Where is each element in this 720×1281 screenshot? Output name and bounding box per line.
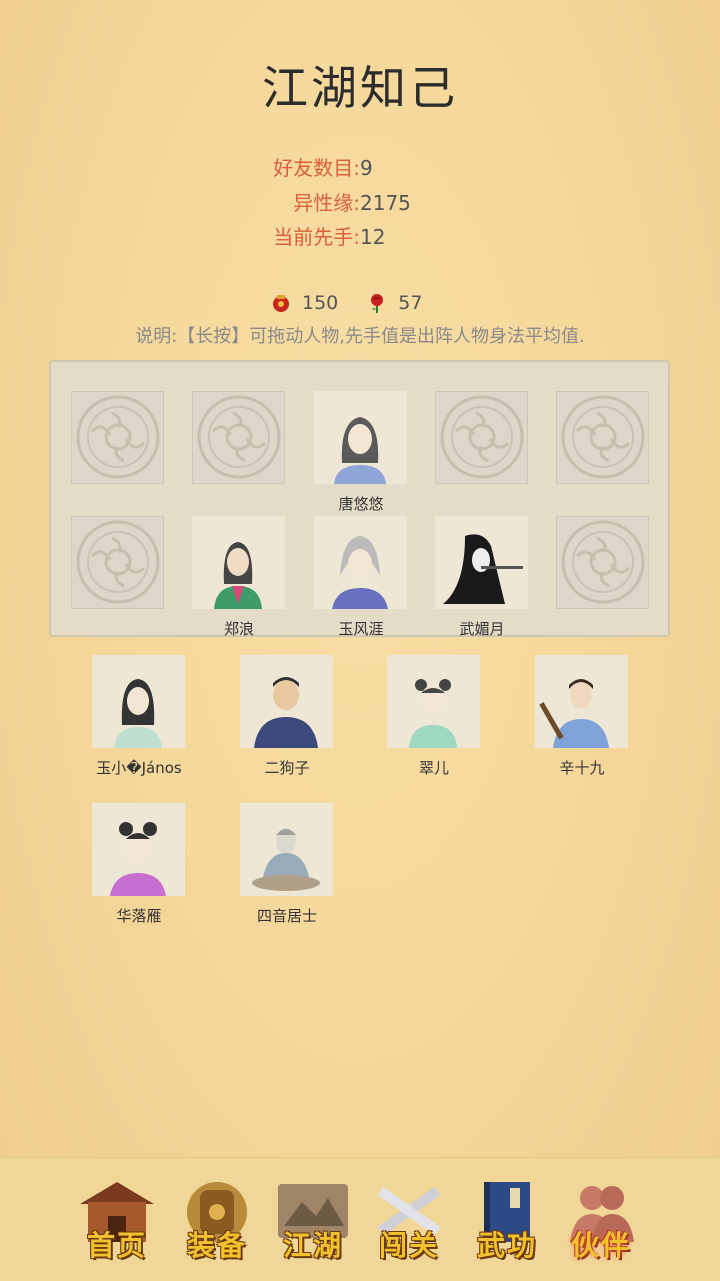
formation-slot-character[interactable]: 唐悠悠 [314, 391, 407, 513]
stat-value: 9 [360, 156, 373, 180]
stat-value: 2175 [360, 191, 411, 215]
formation-panel: 唐悠悠 郑浪 玉风涯 武媚月 [49, 360, 670, 638]
character-portrait [240, 655, 333, 748]
character-portrait [314, 516, 407, 609]
character-portrait [435, 516, 528, 609]
character-portrait [314, 391, 407, 484]
character-portrait [92, 803, 185, 896]
character-name: 玉小�János [96, 759, 182, 777]
bench-character[interactable]: 玉小�János [92, 655, 185, 777]
stat-label: 异性缘: [293, 191, 360, 215]
stat-label: 当前先手: [273, 225, 360, 249]
instruction-text: 说明:【长按】可拖动人物,先手值是出阵人物身法平均值. [135, 326, 585, 347]
empty-slot-seal-icon [192, 391, 285, 484]
formation-slot-empty[interactable] [556, 391, 649, 484]
character-portrait [387, 655, 480, 748]
character-name: 唐悠悠 [338, 495, 384, 513]
empty-slot-seal-icon [435, 391, 528, 484]
bench-character[interactable]: 翠儿 [387, 655, 480, 777]
stat-initiative: 当前先手:12 [200, 223, 600, 251]
empty-slot-seal-icon [556, 391, 649, 484]
nav-label: 闯关 [378, 1229, 439, 1262]
formation-slot-empty[interactable] [71, 516, 164, 609]
currency-value: 57 [398, 292, 423, 314]
character-name: 翠儿 [418, 759, 449, 777]
nav-label: 武功 [476, 1229, 537, 1262]
character-portrait [192, 516, 285, 609]
nav-home[interactable]: 首页 [74, 1176, 160, 1266]
page-title: 江湖知己 [262, 61, 458, 115]
nav-martial-arts[interactable]: 武功 [464, 1176, 550, 1266]
character-name: 郑浪 [223, 620, 254, 638]
nav-equipment[interactable]: 装备 [174, 1176, 260, 1266]
currency-pouch: 150 [270, 292, 338, 314]
formation-slot-empty[interactable] [556, 516, 649, 609]
formation-slot-character[interactable]: 郑浪 [192, 516, 285, 638]
red-pouch-icon [270, 292, 292, 314]
empty-slot-seal-icon [71, 516, 164, 609]
stat-label: 好友数目: [273, 156, 360, 180]
nav-challenge[interactable]: 闯关 [366, 1176, 452, 1266]
empty-slot-seal-icon [71, 391, 164, 484]
bench-character[interactable]: 华落雁 [92, 803, 185, 925]
character-name: 武媚月 [459, 620, 505, 638]
nav-jianghu[interactable]: 江湖 [270, 1176, 356, 1266]
empty-slot-seal-icon [556, 516, 649, 609]
bench-character[interactable]: 二狗子 [240, 655, 333, 777]
character-name: 华落雁 [116, 907, 162, 925]
character-name: 玉风涯 [338, 620, 384, 638]
stat-charm: 异性缘:2175 [200, 189, 600, 217]
character-portrait [240, 803, 333, 896]
character-name: 四音居士 [256, 907, 317, 925]
nav-label: 江湖 [282, 1229, 343, 1262]
bottom-nav: 首页 装备 江湖 闯关 武功 伙伴 [0, 1157, 720, 1281]
formation-slot-character[interactable]: 玉风涯 [314, 516, 407, 638]
bench-character[interactable]: 辛十九 [535, 655, 628, 777]
character-portrait [535, 655, 628, 748]
character-name: 二狗子 [264, 759, 310, 777]
nav-label: 伙伴 [570, 1229, 631, 1262]
stat-friend-count: 好友数目:9 [200, 154, 600, 182]
formation-slot-empty[interactable] [192, 391, 285, 484]
bench-character[interactable]: 四音居士 [240, 803, 333, 925]
formation-slot-character[interactable]: 武媚月 [435, 516, 528, 638]
currency-value: 150 [302, 292, 339, 314]
formation-slot-empty[interactable] [71, 391, 164, 484]
currency-rose: 57 [366, 292, 422, 314]
currency-bar: 150 57 [270, 290, 450, 316]
rose-icon [366, 292, 388, 314]
character-name: 辛十九 [559, 759, 605, 777]
nav-partners[interactable]: 伙伴 [558, 1176, 644, 1266]
character-portrait [92, 655, 185, 748]
nav-label: 装备 [186, 1229, 247, 1262]
nav-label: 首页 [86, 1229, 147, 1262]
formation-slot-empty[interactable] [435, 391, 528, 484]
stat-value: 12 [360, 225, 386, 249]
